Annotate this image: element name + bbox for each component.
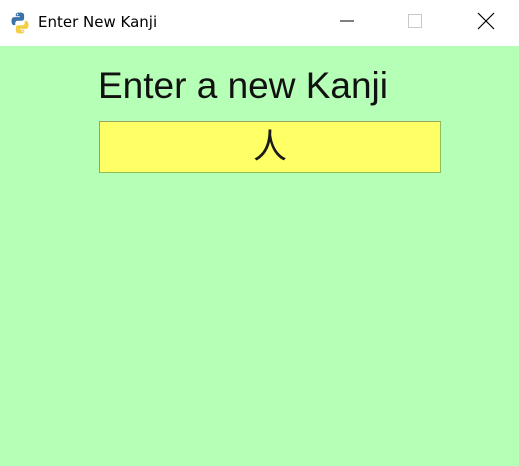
python-icon <box>8 11 32 35</box>
title-bar[interactable]: Enter New Kanji <box>0 0 519 46</box>
close-icon <box>477 12 495 34</box>
minimize-icon <box>339 13 355 33</box>
window-title: Enter New Kanji <box>38 13 158 31</box>
window-content: Enter a new Kanji 人 <box>0 46 519 466</box>
app-window: Enter New Kanji Enter a new Kanji 人 <box>0 0 519 466</box>
minimize-button[interactable] <box>324 0 370 46</box>
close-button[interactable] <box>463 0 509 46</box>
maximize-icon <box>407 13 423 33</box>
kanji-input[interactable]: 人 <box>99 121 441 173</box>
maximize-button[interactable] <box>392 0 438 46</box>
prompt-label: Enter a new Kanji <box>98 65 389 106</box>
